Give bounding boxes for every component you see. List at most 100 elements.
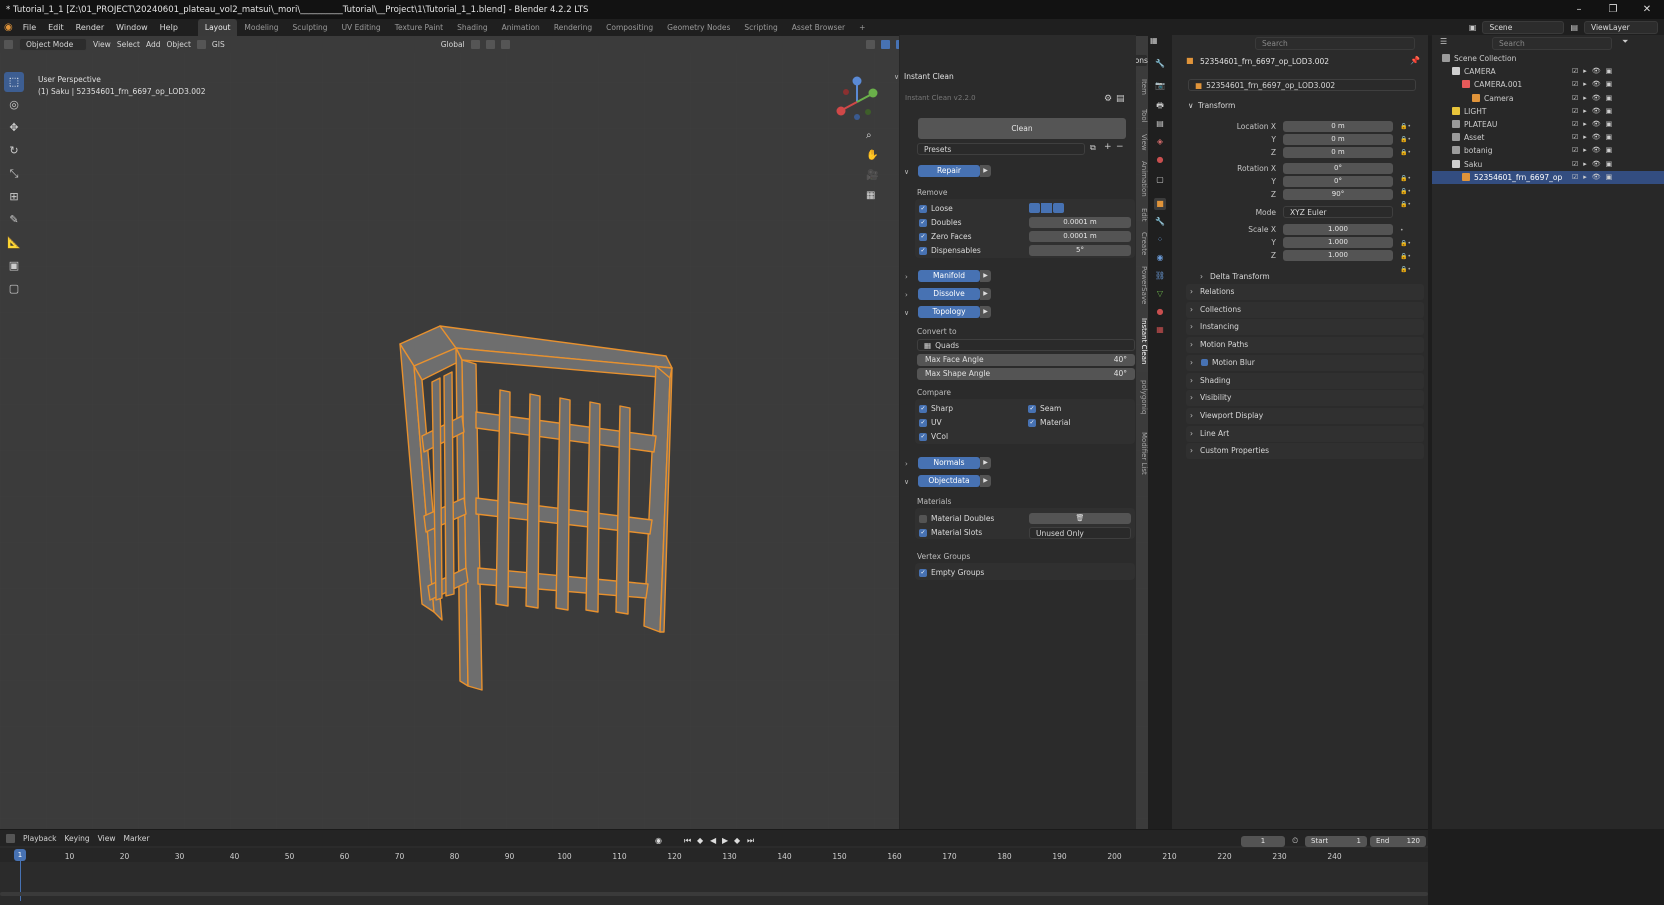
vtab-tool[interactable]: Tool [1137,104,1148,128]
max-shape-angle-slider[interactable]: Max Shape Angle 40° [917,368,1135,380]
loose-checkbox[interactable]: ✓ Loose [919,204,953,213]
maximize-button[interactable]: ❐ [1596,0,1630,19]
tab-geometry-nodes[interactable]: Geometry Nodes [660,19,737,36]
section-motion-paths[interactable]: Motion Paths [1200,340,1248,349]
material-slots-checkbox[interactable]: ✓ Material Slots [919,528,982,537]
doubles-distance-field[interactable]: 0.0001 m [1029,217,1131,228]
objectdata-run-icon[interactable]: ▶ [980,475,991,487]
tab-shading[interactable]: Shading [450,19,494,36]
modifier-tab-icon[interactable]: 🔧 [1154,216,1166,228]
outliner-display-mode-icon[interactable]: ☰ [1440,37,1447,46]
vtab-animation[interactable]: Animation [1137,156,1148,202]
location-y-field[interactable]: 0 m [1283,134,1393,145]
data-tab-icon[interactable]: ▽ [1154,288,1166,300]
view-layer-tab-icon[interactable]: ▤ [1154,118,1166,130]
tab-modeling[interactable]: Modeling [237,19,285,36]
jump-end-icon[interactable]: ⏭ [747,836,754,846]
repair-collapse-icon[interactable]: ∨ [904,168,909,176]
visibility-toggles-icon[interactable]: ☑▸👁▣ [1572,144,1617,157]
vtab-modifier-list[interactable]: Modifier List [1137,422,1148,484]
menu-timeline-view[interactable]: View [98,834,116,843]
orientation-select[interactable]: Global [441,40,465,49]
world-tab-icon[interactable]: ● [1154,154,1166,166]
section-expand-icon[interactable]: › [1190,305,1193,314]
visibility-toggles-icon[interactable]: ☑▸👁▣ [1572,118,1617,131]
repair-run-icon[interactable]: ▶ [980,165,991,177]
vtab-powersave[interactable]: PowerSave [1137,262,1148,308]
normals-button[interactable]: Normals [918,457,980,469]
visibility-toggles-icon[interactable]: ☑▸👁▣ [1572,105,1617,118]
preview-range-icon[interactable]: ⏲ [1292,836,1298,846]
play-reverse-icon[interactable]: ◀ [710,836,716,845]
output-tab-icon[interactable]: 🖶 [1154,100,1166,112]
outliner-row[interactable]: CAMERA ☑▸👁▣ [1432,65,1664,78]
menu-edit[interactable]: Edit [42,23,70,32]
rotation-y-field[interactable]: 0° [1283,176,1393,187]
compare-sharp-checkbox[interactable]: ✓ Sharp [919,404,953,413]
material-tab-icon[interactable]: ● [1154,306,1166,318]
section-expand-icon[interactable]: › [1190,376,1193,385]
transform-icon[interactable]: ⊞ [4,187,24,207]
measure-icon[interactable]: 📐 [4,233,24,253]
dissolve-button[interactable]: Dissolve [918,288,980,300]
annotate-icon[interactable]: ✎ [4,210,24,230]
preset-remove-icon[interactable]: − [1116,142,1124,152]
add-mesh-icon[interactable]: ▢ [4,279,24,299]
menu-help[interactable]: Help [154,23,184,32]
outliner-row[interactable]: Saku ☑▸👁▣ [1432,158,1664,171]
particles-tab-icon[interactable]: ⁘ [1154,234,1166,246]
tab-animation[interactable]: Animation [495,19,547,36]
move-icon[interactable]: ✥ [4,118,24,138]
scene-tab-icon[interactable]: ◈ [1154,136,1166,148]
preset-copy-icon[interactable]: ⧉ [1090,143,1096,153]
compare-vcol-checkbox[interactable]: ✓ VCol [919,432,948,441]
delta-transform-expand-icon[interactable]: › [1200,272,1203,281]
snap-icon[interactable] [485,40,495,49]
add-workspace-button[interactable]: + [852,19,872,36]
visibility-toggles-icon[interactable]: ☑▸👁▣ [1572,92,1617,105]
tab-texture-paint[interactable]: Texture Paint [388,19,450,36]
normals-expand-icon[interactable]: › [905,460,908,468]
timeline-editor-icon[interactable] [6,833,15,843]
menu-window[interactable]: Window [110,23,154,32]
properties-editor-type-icon[interactable]: ▦ [1150,36,1166,48]
preset-add-icon[interactable]: + [1104,142,1112,152]
transform-collapse-icon[interactable]: ∨ [1188,101,1194,110]
object-tab-icon[interactable]: ■ [1154,198,1166,210]
settings-gear-icon[interactable]: ⚙ [1104,94,1112,104]
scale-icon[interactable]: ⤡ [4,164,24,184]
menu-file[interactable]: File [17,23,42,32]
dissolve-expand-icon[interactable]: › [905,291,908,299]
dissolve-run-icon[interactable]: ▶ [980,288,991,300]
loose-edges-icon[interactable] [1041,203,1052,213]
material-doubles-trash-icon[interactable]: 🗑 [1029,513,1131,524]
menu-object[interactable]: Object [166,40,190,49]
close-button[interactable]: ✕ [1630,0,1664,19]
outliner-row[interactable]: Scene Collection [1432,52,1664,65]
object-tools-icon[interactable] [196,40,206,49]
vtab-item[interactable]: Item [1137,72,1148,102]
compare-seam-checkbox[interactable]: ✓ Seam [1028,404,1061,413]
autokey-icon[interactable]: ◉ [655,836,662,845]
jump-start-icon[interactable]: ⏮ [684,836,691,846]
pin-icon[interactable]: 📌 [1410,56,1420,65]
tab-uv-editing[interactable]: UV Editing [335,19,388,36]
scale-x-field[interactable]: 1.000 [1283,224,1393,235]
normals-run-icon[interactable]: ▶ [980,457,991,469]
tab-layout[interactable]: Layout [197,19,238,36]
pivot-icon[interactable] [470,40,480,49]
section-instancing[interactable]: Instancing [1200,322,1239,331]
playhead[interactable]: 1 [14,849,26,861]
ortho-toggle-icon[interactable]: ▦ [866,190,880,210]
section-expand-icon[interactable]: › [1190,393,1193,402]
menu-add[interactable]: Add [146,40,161,49]
section-expand-icon[interactable]: › [1190,358,1193,367]
play-icon[interactable]: ▶ [722,836,728,845]
section-line-art[interactable]: Line Art [1200,429,1229,438]
loose-faces-icon[interactable] [1053,203,1064,213]
proportional-edit-icon[interactable] [500,40,510,49]
scene-field[interactable]: Scene [1482,21,1565,34]
menu-select[interactable]: Select [117,40,140,49]
manifold-button[interactable]: Manifold [918,270,980,282]
scale-z-field[interactable]: 1.000 [1283,250,1393,261]
